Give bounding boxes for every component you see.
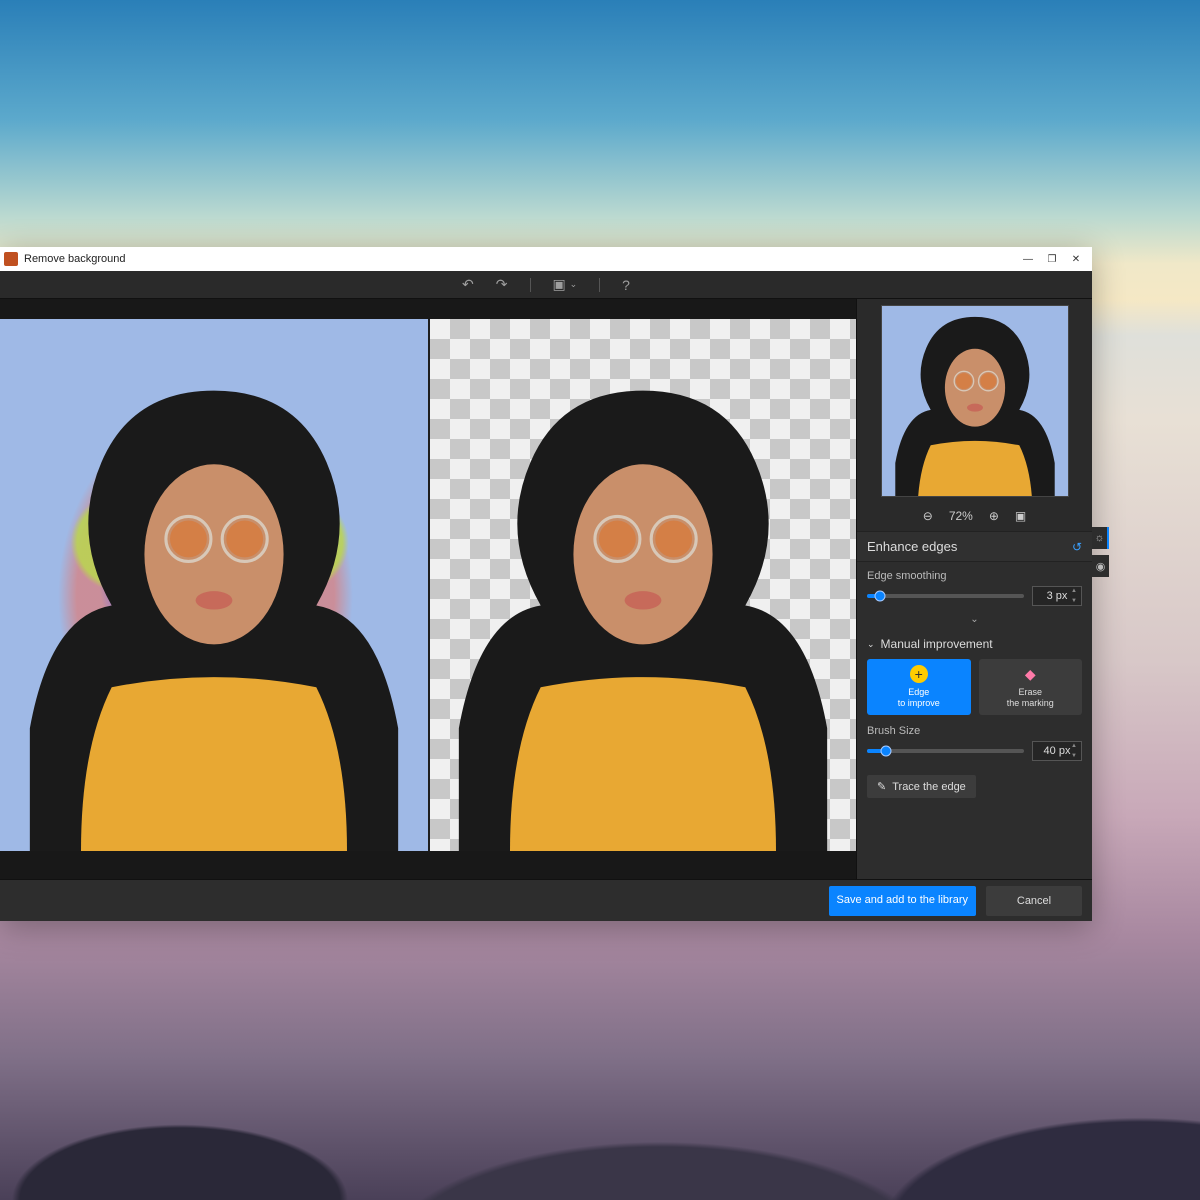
app-icon (4, 252, 18, 266)
subject-right (430, 319, 856, 851)
brush-size-label: Brush Size (867, 725, 1082, 737)
edge-to-improve-tool[interactable]: + Edge to improve (867, 659, 971, 715)
canvas-area (0, 299, 856, 879)
edge-smoothing-label: Edge smoothing (867, 570, 1082, 582)
canvas-right-pane[interactable] (428, 319, 856, 851)
trace-edge-button[interactable]: ✎ Trace the edge (867, 775, 976, 798)
manual-improvement-header[interactable]: ⌄ Manual improvement (867, 633, 1082, 659)
maximize-button[interactable]: ❐ (1040, 250, 1064, 268)
close-button[interactable]: ✕ (1064, 250, 1088, 268)
footer-bar: Save and add to the library Cancel (0, 879, 1092, 921)
desktop-background: Remove background — ❐ ✕ ↶ ↷ ▣ ⌄ ? (0, 0, 1200, 1200)
pencil-icon: ✎ (877, 780, 886, 793)
window-title: Remove background (24, 253, 126, 265)
toolbar-separator (530, 278, 531, 292)
preview-subject (882, 306, 1068, 496)
zoom-in-icon[interactable]: ⊕ (989, 509, 999, 523)
erase-marking-tool[interactable]: ◆ Erase the marking (979, 659, 1083, 715)
edge-smoothing-slider[interactable] (867, 594, 1024, 598)
stepper-icon[interactable]: ▲▼ (1071, 743, 1079, 759)
zoom-fit-icon[interactable]: ▣ (1015, 509, 1026, 523)
zoom-level: 72% (949, 509, 973, 523)
edge-smoothing-value[interactable]: 3 px ▲▼ (1032, 586, 1082, 606)
reset-icon[interactable]: ↺ (1072, 540, 1082, 554)
side-tab-a[interactable]: ☼ (1092, 527, 1109, 549)
chevron-down-icon: ⌄ (867, 639, 875, 650)
navigator-preview[interactable] (881, 305, 1069, 497)
stepper-icon[interactable]: ▲▼ (1071, 588, 1079, 604)
top-toolbar: ↶ ↷ ▣ ⌄ ? (0, 271, 1092, 299)
desktop-mountains (0, 880, 1200, 1200)
eraser-icon: ◆ (1021, 665, 1039, 683)
subject-left (0, 319, 428, 851)
side-tab-b[interactable]: ◉ (1092, 555, 1109, 577)
app-window: Remove background — ❐ ✕ ↶ ↷ ▣ ⌄ ? (0, 247, 1092, 921)
help-icon[interactable]: ? (622, 277, 630, 293)
undo-icon[interactable]: ↶ (462, 276, 474, 293)
brush-size-slider[interactable] (867, 749, 1024, 753)
minimize-button[interactable]: — (1016, 250, 1040, 268)
zoom-out-icon[interactable]: ⊖ (923, 509, 933, 523)
plus-circle-icon: + (910, 665, 928, 683)
enhance-edges-title: Enhance edges (867, 539, 957, 554)
titlebar: Remove background — ❐ ✕ (0, 247, 1092, 271)
redo-icon[interactable]: ↷ (496, 276, 508, 293)
canvas-left-pane[interactable] (0, 319, 428, 851)
view-mode-icon[interactable]: ▣ ⌄ (553, 276, 578, 293)
brush-size-value[interactable]: 40 px ▲▼ (1032, 741, 1082, 761)
save-button[interactable]: Save and add to the library (829, 886, 976, 916)
expand-chevron-icon[interactable]: ⌄ (867, 612, 1082, 633)
preview-zoom-controls: ⊖ 72% ⊕ ▣ (857, 503, 1092, 531)
enhance-edges-header[interactable]: Enhance edges ↺ (857, 531, 1092, 562)
toolbar-separator (599, 278, 600, 292)
right-panel: ⊖ 72% ⊕ ▣ Enhance edges ↺ Edge smoothing (856, 299, 1092, 879)
cancel-button[interactable]: Cancel (986, 886, 1082, 916)
